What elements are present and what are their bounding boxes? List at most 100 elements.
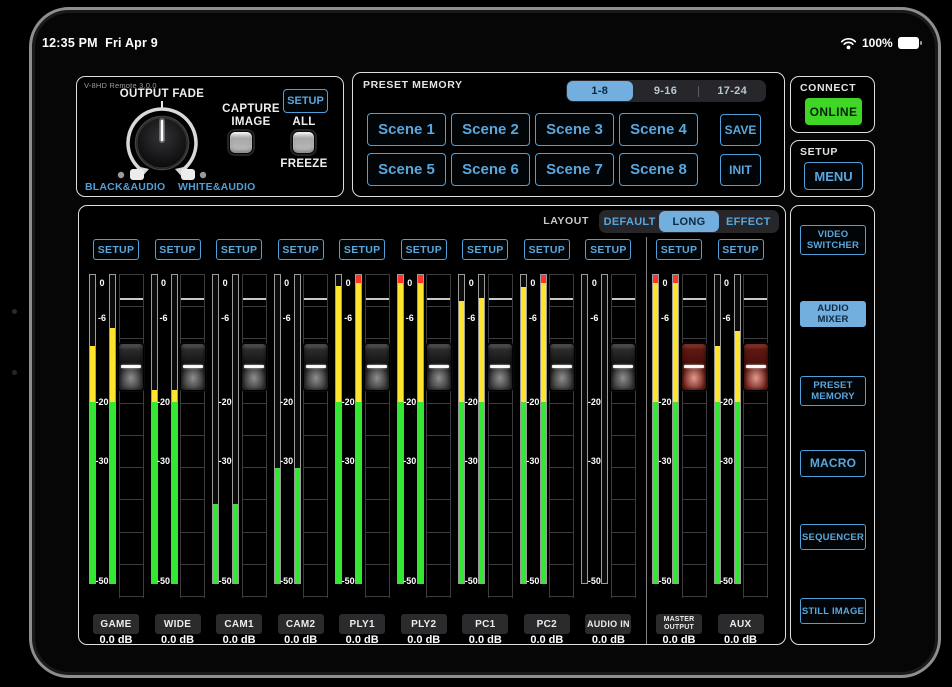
fader-track-tick xyxy=(612,532,635,533)
channel-setup-button-audio-in[interactable]: SETUP xyxy=(585,239,631,260)
meter-scale-label: -20 xyxy=(657,397,673,408)
fader-track-tick xyxy=(366,499,389,500)
meter-scale-label: -50 xyxy=(217,576,233,587)
meter-fill-green xyxy=(90,402,95,583)
fader-knob-pc1[interactable] xyxy=(487,343,513,391)
channel-setup-button-pc2[interactable]: SETUP xyxy=(524,239,570,260)
fader-track-tick xyxy=(683,338,706,339)
fader-track-ply1[interactable] xyxy=(365,274,390,598)
white-indicator-dot xyxy=(200,172,206,178)
fader-track-wide[interactable] xyxy=(180,274,205,598)
fader-knob-pc2[interactable] xyxy=(549,343,575,391)
fader-track-pc2[interactable] xyxy=(549,274,574,598)
fader-zero-tick xyxy=(243,298,266,300)
fader-track-tick xyxy=(683,596,706,597)
channel-name-audio-in: AUDIO IN xyxy=(585,614,631,634)
fader-track-audio-in[interactable] xyxy=(611,274,636,598)
init-button[interactable]: INIT xyxy=(720,154,761,186)
capture-image-button[interactable] xyxy=(229,131,253,154)
meter-scale-label: -6 xyxy=(279,313,295,324)
fader-track-tick xyxy=(427,403,450,404)
fader-track-tick xyxy=(489,274,512,275)
menu-label: MENU xyxy=(814,169,852,184)
channel-audio-in: SETUP0-6-20-30-50AUDIO IN0.0 dB xyxy=(580,206,642,646)
channel-setup-button-pc1[interactable]: SETUP xyxy=(462,239,508,260)
fader-knob-ply2[interactable] xyxy=(426,343,452,391)
fader-track-tick xyxy=(489,467,512,468)
fader-track-master-output[interactable] xyxy=(682,274,707,598)
online-button[interactable]: ONLINE xyxy=(805,98,862,125)
meter-scale-label: -6 xyxy=(402,313,418,324)
fader-knob-ply1[interactable] xyxy=(364,343,390,391)
fader-knob-cam2[interactable] xyxy=(303,343,329,391)
save-button[interactable]: SAVE xyxy=(720,114,761,146)
channel-name-master-output: MASTER OUTPUT xyxy=(656,614,702,634)
nav-item-sequencer[interactable]: SEQUENCER xyxy=(800,524,866,550)
fader-track-cam2[interactable] xyxy=(303,274,328,598)
fader-track-cam1[interactable] xyxy=(242,274,267,598)
fader-track-tick xyxy=(550,564,573,565)
fader-knob-line xyxy=(244,365,264,368)
meter-scale-label: -6 xyxy=(719,313,735,324)
fader-track-tick xyxy=(366,274,389,275)
freeze-button[interactable] xyxy=(292,131,315,154)
fader-knob-game[interactable] xyxy=(118,343,144,391)
scene-button-6[interactable]: Scene 6 xyxy=(451,153,530,186)
fader-track-tick xyxy=(427,596,450,597)
fader-track-tick xyxy=(366,564,389,565)
fader-knob-audio-in[interactable] xyxy=(610,343,636,391)
meter-scale-label: 0 xyxy=(217,278,233,289)
channel-name-game: GAME xyxy=(93,614,139,634)
fader-track-tick xyxy=(427,532,450,533)
meter-fill-yellow xyxy=(398,283,403,402)
meter-scale-label: -6 xyxy=(156,313,172,324)
channel-cam1: SETUP0-6-20-30-50CAM10.0 dB xyxy=(211,206,273,646)
fader-knob-master-output[interactable] xyxy=(681,343,707,391)
fader-track-tick xyxy=(744,467,767,468)
fader-zero-tick xyxy=(489,298,512,300)
fader-track-tick xyxy=(744,564,767,565)
nav-item-preset-memory[interactable]: PRESET MEMORY xyxy=(800,376,866,406)
channel-setup-button-ply1[interactable]: SETUP xyxy=(339,239,385,260)
fader-track-pc1[interactable] xyxy=(488,274,513,598)
scene-button-4[interactable]: Scene 4 xyxy=(619,113,698,146)
channel-fader-value-wide: 0.0 dB xyxy=(150,634,206,646)
nav-item-audio-mixer[interactable]: AUDIO MIXER xyxy=(800,301,866,327)
scene-button-2[interactable]: Scene 2 xyxy=(451,113,530,146)
channel-setup-button-aux[interactable]: SETUP xyxy=(718,239,764,260)
menu-button[interactable]: MENU xyxy=(804,162,863,190)
channel-setup-button-wide[interactable]: SETUP xyxy=(155,239,201,260)
nav-rail-panel: VIDEO SWITCHER AUDIO MIXER PRESET MEMORY MA… xyxy=(790,205,875,645)
meter-scale-label: 0 xyxy=(719,278,735,289)
meter-scale-label: 0 xyxy=(657,278,673,289)
scene-button-8[interactable]: Scene 8 xyxy=(619,153,698,186)
fader-track-game[interactable] xyxy=(119,274,144,598)
fader-track-tick xyxy=(612,274,635,275)
scene-button-3[interactable]: Scene 3 xyxy=(535,113,614,146)
scene-button-7[interactable]: Scene 7 xyxy=(535,153,614,186)
scene-button-1[interactable]: Scene 1 xyxy=(367,113,446,146)
channel-setup-button-master-output[interactable]: SETUP xyxy=(656,239,702,260)
fader-knob-cam1[interactable] xyxy=(241,343,267,391)
fader-track-tick xyxy=(304,596,327,597)
fader-knob-wide[interactable] xyxy=(180,343,206,391)
fader-knob-aux[interactable] xyxy=(743,343,769,391)
meter-scale-label: -6 xyxy=(463,313,479,324)
nav-item-macro[interactable]: MACRO xyxy=(800,450,866,477)
fader-track-tick xyxy=(243,596,266,597)
nav-item-video-switcher[interactable]: VIDEO SWITCHER xyxy=(800,225,866,255)
scene-button-5[interactable]: Scene 5 xyxy=(367,153,446,186)
channel-setup-button-cam1[interactable]: SETUP xyxy=(216,239,262,260)
channel-setup-button-game[interactable]: SETUP xyxy=(93,239,139,260)
nav-item-still-image[interactable]: STILL IMAGE xyxy=(800,598,866,624)
fader-track-tick xyxy=(304,338,327,339)
channel-setup-button-ply2[interactable]: SETUP xyxy=(401,239,447,260)
meter-fill-yellow xyxy=(653,283,658,402)
fader-track-tick xyxy=(366,467,389,468)
fade-setup-button[interactable]: SETUP xyxy=(283,89,328,113)
channel-fader-value-master-output: 0.0 dB xyxy=(651,634,707,646)
fader-track-aux[interactable] xyxy=(743,274,768,598)
channel-setup-button-cam2[interactable]: SETUP xyxy=(278,239,324,260)
fader-track-ply2[interactable] xyxy=(426,274,451,598)
meter-scale-label: -30 xyxy=(279,456,295,467)
